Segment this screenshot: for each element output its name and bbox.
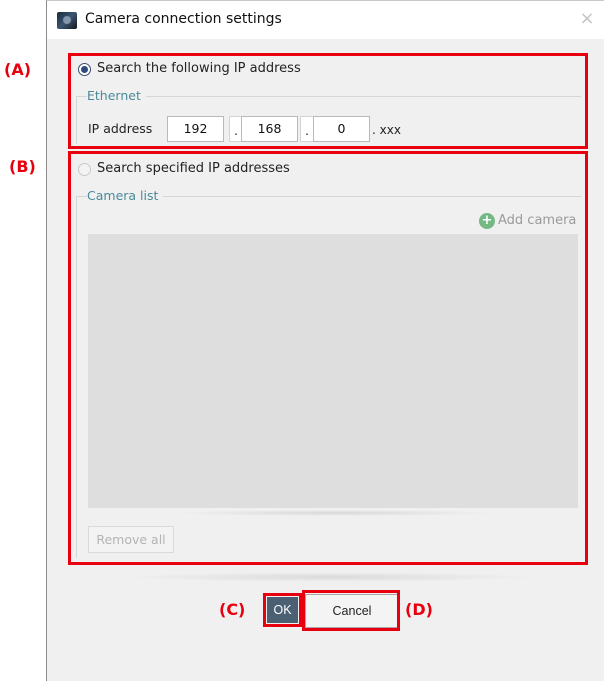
radio-search-specified-ip-label[interactable]: Search specified IP addresses bbox=[97, 161, 290, 176]
annotation-label-d: (D) bbox=[405, 600, 433, 619]
list-shadow bbox=[170, 510, 500, 516]
annotation-label-c: (C) bbox=[219, 600, 246, 619]
camera-list-group-border-left bbox=[76, 196, 77, 558]
ip-octet-2-input[interactable]: 168 bbox=[241, 116, 298, 142]
annotation-label-a: (A) bbox=[4, 60, 32, 79]
ip-separator-2: . bbox=[300, 116, 314, 142]
cancel-button[interactable]: Cancel bbox=[305, 594, 399, 628]
close-icon[interactable]: × bbox=[575, 7, 599, 31]
ip-octet-1-input[interactable]: 192 bbox=[167, 116, 224, 142]
radio-search-ip-address[interactable] bbox=[78, 63, 91, 76]
ip-suffix-text: . xxx bbox=[372, 123, 401, 137]
ethernet-group-border-left bbox=[76, 96, 77, 144]
camera-app-icon bbox=[57, 12, 77, 29]
ethernet-group-border bbox=[76, 96, 581, 97]
dialog-title: Camera connection settings bbox=[85, 11, 282, 27]
ok-button[interactable]: OK bbox=[267, 597, 298, 623]
plus-circle-icon: + bbox=[479, 213, 495, 229]
ethernet-group-title: Ethernet bbox=[87, 88, 146, 103]
radio-search-specified-ip[interactable] bbox=[78, 163, 91, 176]
title-bar: Camera connection settings × bbox=[47, 1, 604, 39]
camera-list-group-title: Camera list bbox=[87, 188, 164, 203]
footer-shadow bbox=[120, 572, 540, 582]
radio-search-ip-address-label[interactable]: Search the following IP address bbox=[97, 61, 301, 76]
camera-list-box[interactable] bbox=[88, 234, 578, 508]
annotation-label-b: (B) bbox=[9, 157, 36, 176]
ip-address-label: IP address bbox=[88, 121, 153, 136]
add-camera-label: Add camera bbox=[498, 213, 577, 228]
ip-octet-3-input[interactable]: 0 bbox=[313, 116, 370, 142]
remove-all-button[interactable]: Remove all bbox=[88, 526, 174, 553]
